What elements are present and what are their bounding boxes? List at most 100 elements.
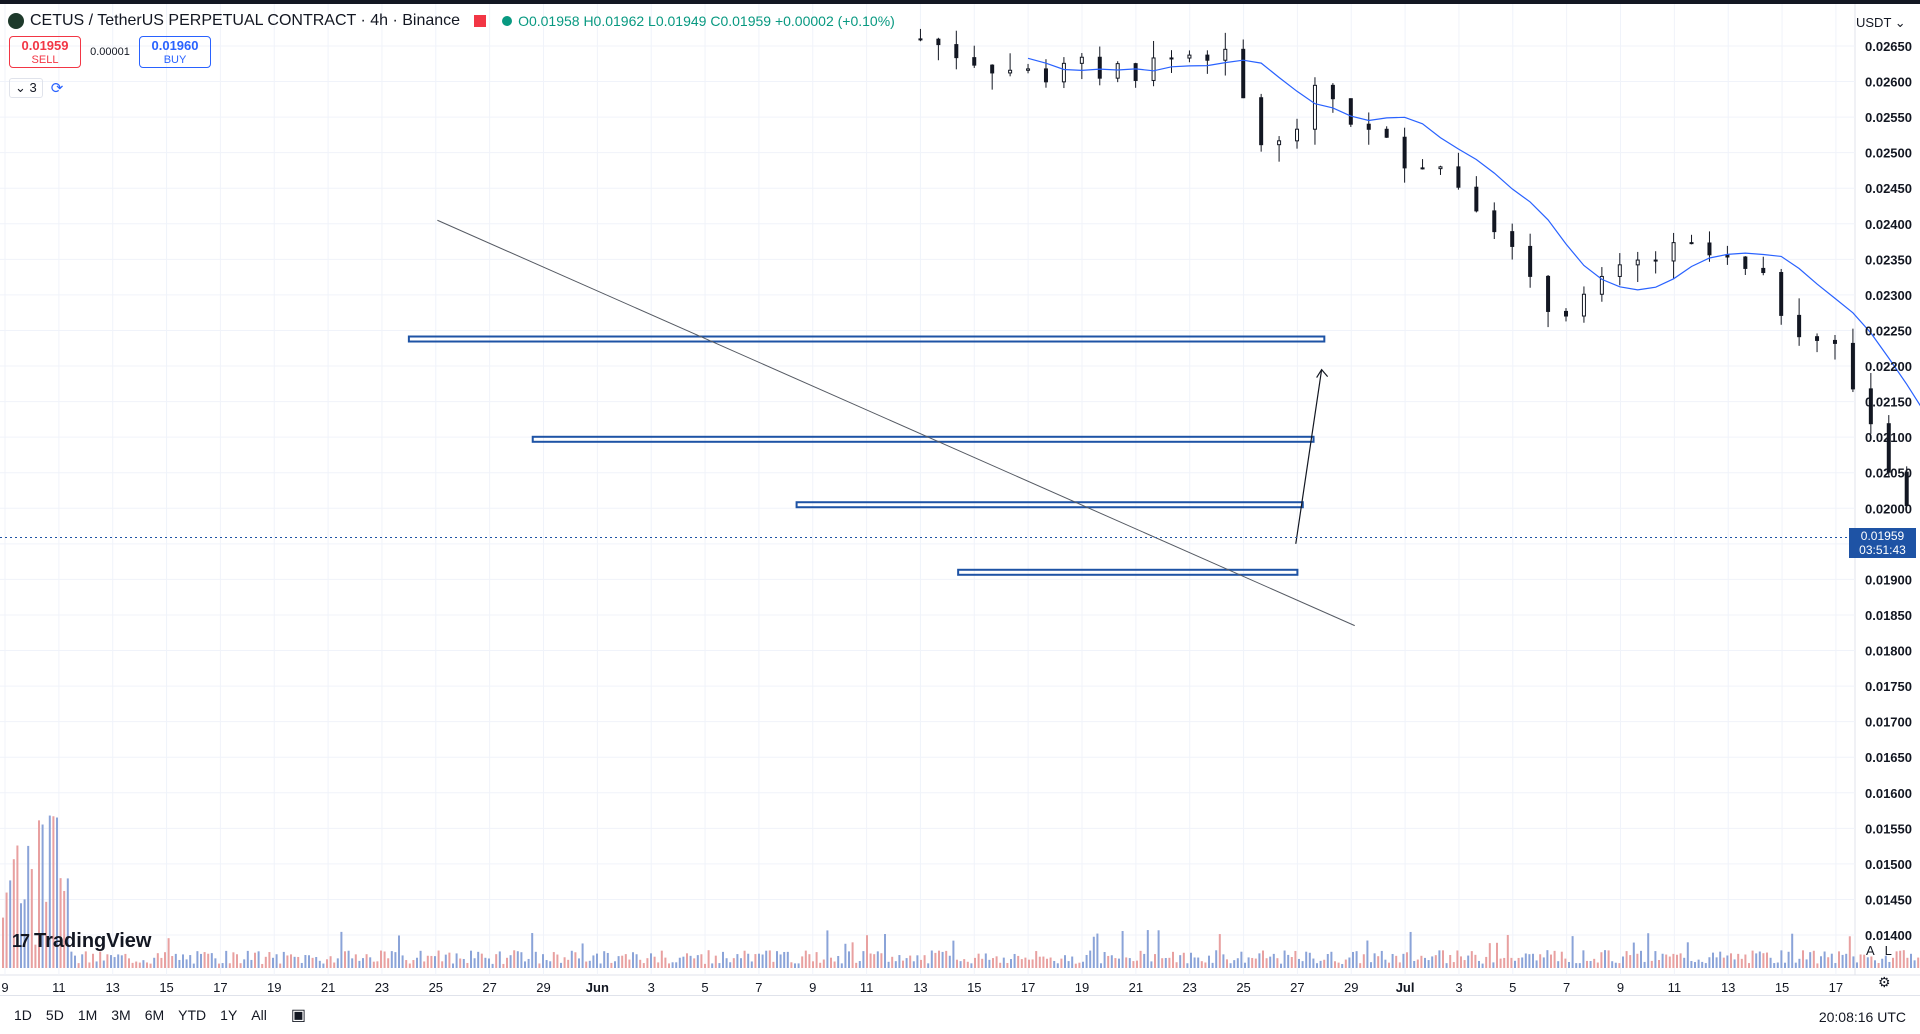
x-tick-label: 17 — [1021, 980, 1035, 995]
volume-bar — [261, 963, 264, 968]
volume-bar — [5, 892, 8, 968]
timeframe-1d[interactable]: 1D — [14, 1007, 32, 1023]
volume-bar — [1175, 962, 1178, 968]
volume-bar — [923, 955, 926, 968]
candle-body — [1528, 245, 1533, 277]
horizontal-zone — [531, 435, 1315, 443]
volume-bar — [1208, 955, 1210, 968]
timeframe-5d[interactable]: 5D — [46, 1007, 64, 1023]
currency-selector[interactable]: USDT ⌄ — [1856, 15, 1906, 31]
candle-body — [1850, 342, 1855, 390]
volume-bar — [347, 950, 350, 968]
volume-bar — [246, 950, 249, 968]
volume-bar — [1586, 960, 1588, 968]
volume-bar — [1247, 957, 1250, 968]
settings-icon[interactable]: ⚙ — [1878, 974, 1891, 991]
volume-bar — [1683, 957, 1686, 968]
timeframe-1y[interactable]: 1Y — [220, 1007, 237, 1023]
indicators-count-button[interactable]: ⌄ 3 — [9, 78, 43, 98]
volume-bar — [664, 957, 667, 968]
volume-bar — [304, 955, 307, 968]
x-tick-label: 17 — [1829, 980, 1843, 995]
volume-bar — [88, 962, 91, 968]
symbol-title[interactable]: CETUS / TetherUS PERPETUAL CONTRACT · 4h… — [30, 12, 460, 30]
volume-bar — [1085, 954, 1088, 968]
volume-bar — [812, 961, 814, 968]
volume-bar — [1665, 954, 1668, 968]
volume-bar — [1222, 954, 1225, 968]
volume-bar — [113, 957, 116, 968]
volume-bar — [1668, 956, 1671, 968]
volume-bar — [340, 931, 343, 968]
volume-bar — [110, 955, 112, 968]
timeframe-ytd[interactable]: YTD — [178, 1007, 206, 1023]
volume-bar — [1701, 961, 1704, 968]
sell-button[interactable]: 0.01959 SELL — [9, 36, 81, 68]
volume-bar — [470, 950, 472, 968]
volume-bar — [524, 961, 526, 968]
volume-bar — [102, 960, 105, 968]
volume-bar — [1510, 957, 1513, 968]
volume-bar — [1866, 957, 1869, 968]
volume-bar — [1384, 959, 1387, 968]
volume-bar — [1913, 960, 1916, 968]
refresh-icon[interactable]: ⟳ — [51, 79, 64, 97]
brand-name: TradingView — [34, 930, 152, 952]
buy-button[interactable]: 0.01960 BUY — [139, 36, 211, 68]
volume-bar — [1370, 962, 1372, 968]
volume-bar — [956, 959, 958, 968]
timeframe-6m[interactable]: 6M — [145, 1007, 164, 1023]
volume-bar — [1236, 958, 1239, 968]
volume-bar — [329, 956, 332, 968]
volume-bar — [1496, 942, 1498, 968]
volume-bar — [1121, 931, 1124, 968]
volume-bar — [480, 953, 483, 968]
x-tick-label: 21 — [1129, 980, 1143, 995]
y-tick-label: 0.01500 — [1865, 857, 1912, 872]
volume-bar — [196, 951, 199, 968]
volume-bar — [869, 953, 872, 968]
volume-bar — [977, 953, 980, 968]
timeframe-3m[interactable]: 3M — [111, 1007, 130, 1023]
indicators-toggle[interactable]: ⌄ 3 ⟳ — [9, 78, 63, 98]
utc-clock[interactable]: 20:08:16 UTC — [1819, 1009, 1906, 1025]
calendar-range-icon[interactable]: ▣ — [291, 1005, 306, 1025]
candle-body — [1133, 63, 1138, 81]
volume-bar — [1647, 933, 1650, 968]
volume-bar — [164, 952, 166, 968]
volume-bar — [1406, 952, 1408, 968]
auto-scale-button[interactable]: A — [1866, 943, 1875, 958]
volume-bar — [1186, 963, 1189, 968]
volume-bar — [1334, 961, 1336, 968]
volume-bar — [1514, 960, 1516, 968]
log-scale-button[interactable]: L — [1885, 943, 1892, 958]
volume-bar — [1546, 950, 1549, 968]
volume-bar — [401, 955, 404, 968]
volume-bar — [801, 956, 804, 968]
timeframe-1m[interactable]: 1M — [78, 1007, 97, 1023]
volume-bar — [1697, 959, 1700, 968]
volume-bar — [592, 955, 595, 968]
volume-bar — [689, 955, 692, 968]
volume-bar — [675, 962, 678, 968]
volume-bar — [160, 957, 163, 968]
volume-bar — [477, 951, 480, 968]
volume-bar — [434, 956, 436, 968]
candle-body — [1761, 267, 1766, 274]
volume-bar — [1614, 962, 1617, 968]
flag-icon[interactable] — [474, 15, 487, 27]
volume-bar — [614, 961, 616, 968]
volume-bar — [1773, 963, 1776, 968]
volume-bar — [858, 961, 861, 968]
volume-bar — [1521, 957, 1524, 968]
volume-bar — [1290, 957, 1293, 968]
volume-bar — [966, 961, 969, 968]
volume-bar — [1899, 950, 1902, 968]
volume-bar — [1276, 958, 1279, 968]
volume-bar — [207, 953, 210, 968]
volume-bar — [1650, 960, 1653, 968]
price-chart[interactable]: 0.02650 0.02600 0.02550 0.02500 0.02450 0.024… — [0, 0, 1920, 1033]
candle-body — [1743, 256, 1748, 269]
volume-bar — [192, 963, 195, 968]
timeframe-all[interactable]: All — [251, 1007, 267, 1023]
